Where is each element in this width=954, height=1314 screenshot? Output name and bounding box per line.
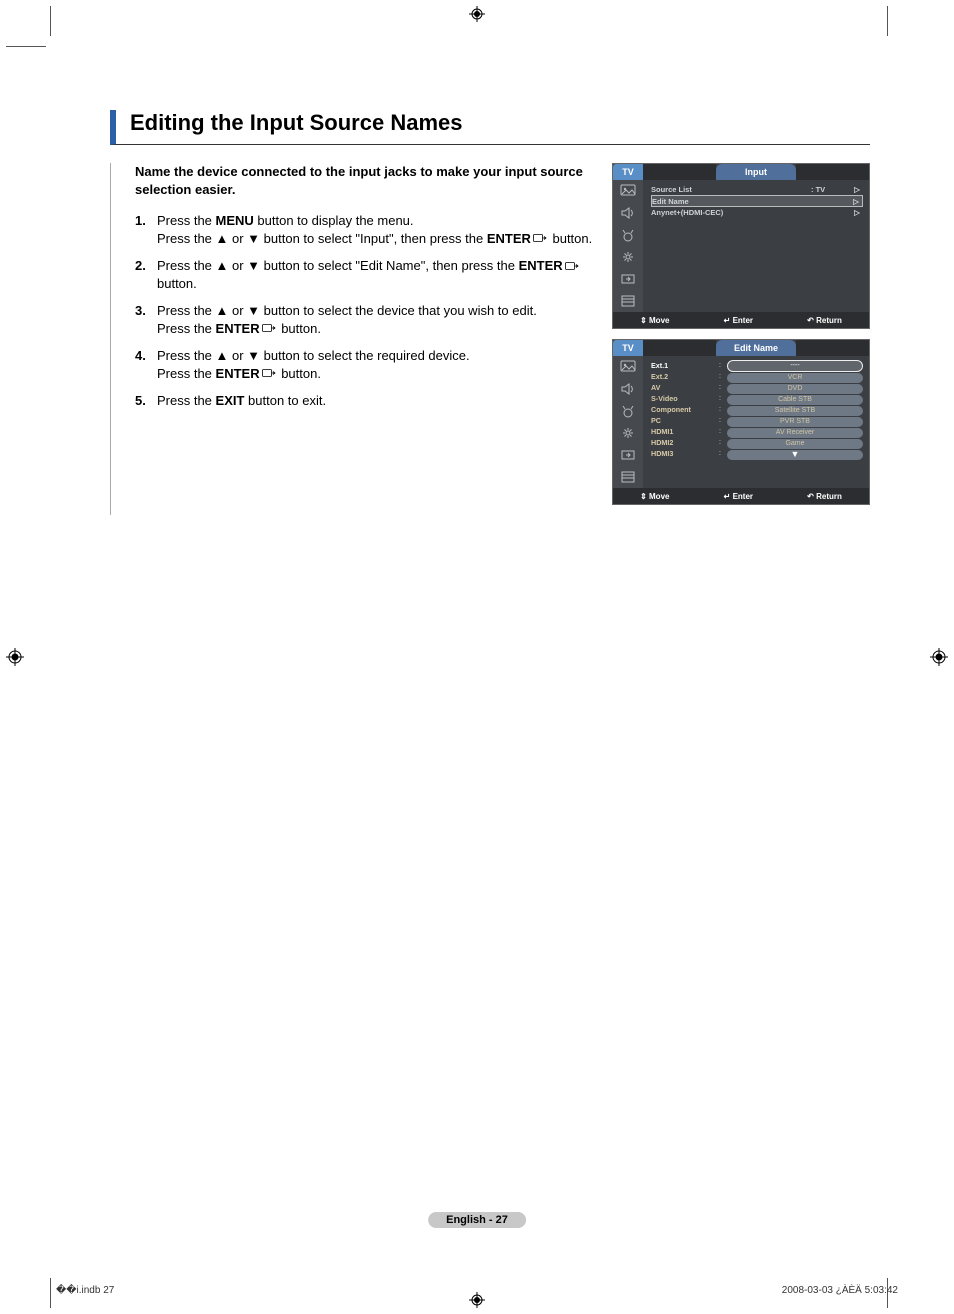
separator: ::::::::: [717, 360, 723, 460]
device-option: ---- [727, 360, 863, 372]
device-option: DVD [727, 384, 863, 394]
osd-title: Edit Name [716, 340, 796, 356]
crop-mark [50, 6, 51, 36]
osd-tab-tv: TV [613, 340, 643, 356]
step-item: 2.Press the ▲ or ▼ button to select "Edi… [135, 257, 594, 292]
input-source-label: HDMI2 [651, 437, 713, 448]
option-list: ----VCRDVDCable STBSatellite STBPVR STBA… [727, 360, 863, 460]
osd-input-menu: TV Input Source List: TV▷Edit Name▷Anyne [612, 163, 870, 329]
print-meta-left: ��i.indb 27 [56, 1285, 114, 1296]
enter-hint: ↵ Enter [724, 492, 753, 501]
steps-list: 1.Press the MENU button to display the m… [135, 212, 594, 410]
sound-icon [620, 206, 636, 220]
channel-icon [620, 404, 636, 418]
osd-tab-tv: TV [613, 164, 643, 180]
more-options-icon: ▼ [727, 450, 863, 460]
step-item: 3.Press the ▲ or ▼ button to select the … [135, 302, 594, 337]
picture-icon [620, 360, 636, 374]
screenshot-column: TV Input Source List: TV▷Edit Name▷Anyne [612, 163, 870, 515]
device-option: VCR [727, 373, 863, 383]
osd-sidebar-icons [613, 356, 643, 488]
input-source-label: HDMI1 [651, 426, 713, 437]
crop-mark [6, 46, 46, 47]
input-source-label: AV [651, 382, 713, 393]
step-item: 1.Press the MENU button to display the m… [135, 212, 594, 247]
intro-text: Name the device connected to the input j… [135, 163, 594, 198]
section-title-bar: Editing the Input Source Names [110, 110, 870, 145]
osd-footer: ⇕ Move ↵ Enter ↶ Return [613, 312, 869, 328]
input-list: Ext.1Ext.2AVS-VideoComponentPCHDMI1HDMI2… [651, 360, 713, 460]
setup-icon [620, 250, 636, 264]
osd-title: Input [716, 164, 796, 180]
setup-icon [620, 426, 636, 440]
input-icon [620, 448, 636, 462]
osd-menu-row: Anynet+(HDMI-CEC)▷ [651, 207, 863, 218]
osd-sidebar-icons [613, 180, 643, 312]
page-title: Editing the Input Source Names [130, 110, 870, 136]
page-number-badge: English - 27 [428, 1212, 526, 1228]
move-hint: ⇕ Move [640, 492, 669, 501]
registration-mark-icon [930, 648, 948, 666]
input-source-label: Ext.2 [651, 371, 713, 382]
input-source-label: HDMI3 [651, 448, 713, 459]
crop-mark [887, 6, 888, 36]
input-source-label: Component [651, 404, 713, 415]
enter-hint: ↵ Enter [724, 316, 753, 325]
channel-icon [620, 228, 636, 242]
step-item: 5.Press the EXIT button to exit. [135, 392, 594, 410]
print-meta-right: 2008-03-03 ¿ÀÈÄ 5:03:42 [782, 1285, 898, 1296]
device-option: Cable STB [727, 395, 863, 405]
device-option: PVR STB [727, 417, 863, 427]
return-hint: ↶ Return [807, 316, 842, 325]
device-option: AV Receiver [727, 428, 863, 438]
osd-menu-row: Edit Name▷ [651, 195, 863, 207]
input-source-label: PC [651, 415, 713, 426]
osd-footer: ⇕ Move ↵ Enter ↶ Return [613, 488, 869, 504]
return-hint: ↶ Return [807, 492, 842, 501]
instruction-column: Name the device connected to the input j… [135, 163, 594, 515]
osd-menu-row: Source List: TV▷ [651, 184, 863, 195]
input-source-label: S-Video [651, 393, 713, 404]
osd-edit-name-menu: TV Edit Name [612, 339, 870, 505]
sound-icon [620, 382, 636, 396]
picture-icon [620, 184, 636, 198]
step-item: 4.Press the ▲ or ▼ button to select the … [135, 347, 594, 382]
registration-mark-icon [6, 648, 24, 666]
input-source-label: Ext.1 [651, 360, 713, 371]
guide-icon [620, 470, 636, 484]
move-hint: ⇕ Move [640, 316, 669, 325]
crop-mark [50, 1278, 51, 1308]
device-option: Game [727, 439, 863, 449]
registration-mark-icon [469, 6, 485, 22]
input-icon [620, 272, 636, 286]
device-option: Satellite STB [727, 406, 863, 416]
registration-mark-icon [469, 1292, 485, 1308]
guide-icon [620, 294, 636, 308]
